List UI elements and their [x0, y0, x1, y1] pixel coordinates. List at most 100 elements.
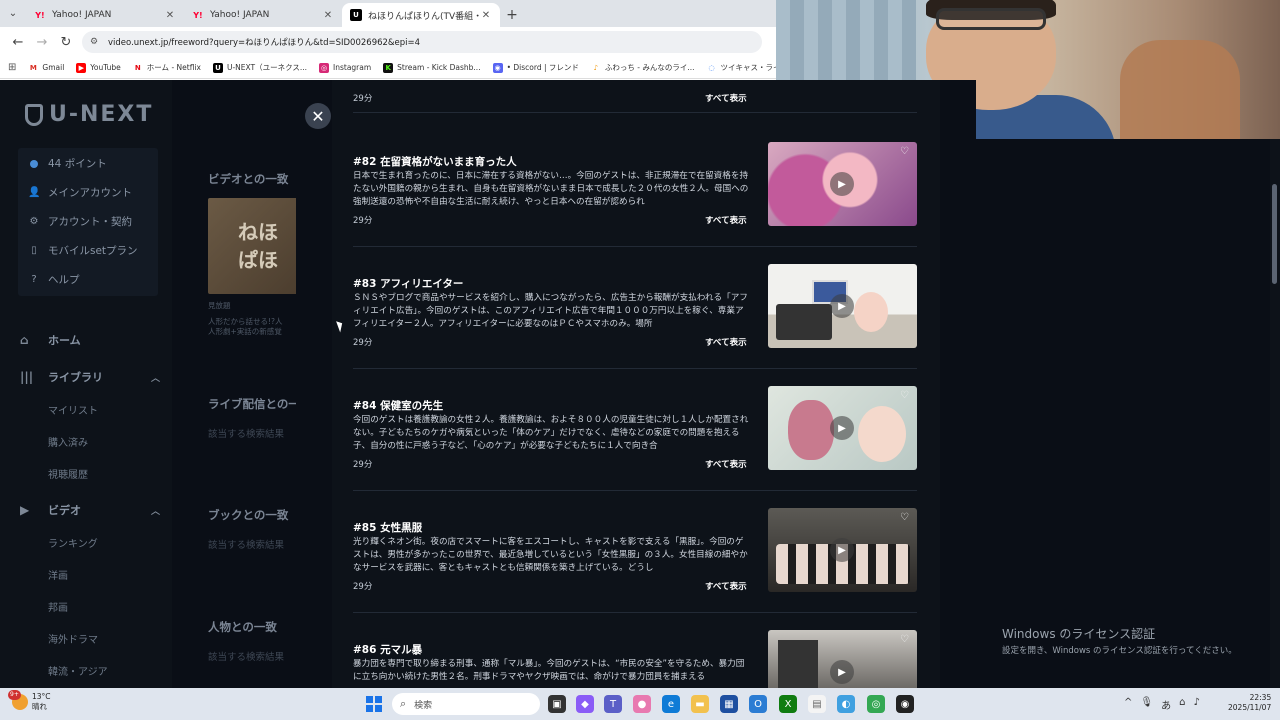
search-icon: ⌕ — [400, 697, 407, 710]
episode-item[interactable]: #83 アフィリエイター ＳＮＳやブログで商品やサービスを紹介し、購入につながっ… — [353, 264, 917, 398]
teams-icon[interactable]: T — [604, 695, 622, 713]
sidebar-item-ranking[interactable]: ランキング — [48, 535, 98, 550]
book-match-sub: 該当する検索結果 — [208, 540, 285, 551]
tab-close-icon[interactable]: ✕ — [480, 10, 492, 21]
edge-icon[interactable]: e — [662, 695, 680, 713]
ime-icon[interactable]: あ — [1161, 697, 1171, 712]
help-item[interactable]: ? ヘルプ — [28, 272, 79, 287]
sidebar-item-library[interactable]: ||| ライブラリ ︿ — [20, 369, 160, 385]
sidebar-item-korean-asian[interactable]: 韓流・アジア — [48, 663, 108, 678]
sidebar-item-video[interactable]: ▶ ビデオ ︿ — [20, 502, 160, 518]
play-icon[interactable]: ▶ — [830, 660, 854, 684]
webcam-chair — [1120, 40, 1240, 139]
scrollbar-thumb[interactable] — [1272, 184, 1277, 284]
taskbar-search[interactable]: ⌕ 検索 — [392, 693, 540, 715]
heart-icon[interactable]: ♡ — [900, 512, 909, 523]
sidebar-item-home[interactable]: ⌂ ホーム — [20, 332, 160, 348]
thumb-puppet — [788, 400, 834, 460]
show-all-link[interactable]: すべて表示 — [705, 92, 747, 104]
tab-yahoo-2[interactable]: Y! Yahoo! JAPAN ✕ — [184, 3, 342, 27]
episode-item[interactable]: #82 在留資格がないまま育った人 日本で生まれ育ったのに、日本に滞在する資格が… — [353, 142, 917, 276]
main-account-item[interactable]: 👤 メインアカウント — [28, 185, 132, 200]
tab-close-icon[interactable]: ✕ — [322, 10, 334, 21]
file-explorer-icon[interactable]: ▬ — [691, 695, 709, 713]
play-icon[interactable]: ▶ — [830, 172, 854, 196]
points-item[interactable]: 44 ポイント — [28, 156, 107, 171]
tab-list-chevron-icon[interactable]: ⌄ — [0, 0, 26, 27]
tab-yahoo-1[interactable]: Y! Yahoo! JAPAN ✕ — [26, 3, 184, 27]
show-all-link[interactable]: すべて表示 — [705, 336, 747, 348]
thumb-pig-puppet — [854, 292, 888, 332]
episode-description: 日本で生まれ育ったのに、日本に滞在する資格がない…。今回のゲストは、非正規滞在で… — [353, 171, 749, 207]
heart-icon[interactable]: ♡ — [900, 390, 909, 401]
app-dark-icon[interactable]: ◉ — [896, 695, 914, 713]
notepad-icon[interactable]: ▤ — [808, 695, 826, 713]
outlook-icon[interactable]: O — [749, 695, 767, 713]
episode-thumbnail[interactable]: ♡ ▶ — [768, 142, 917, 226]
chevron-up-icon[interactable]: ^ — [1124, 697, 1132, 712]
unext-logo[interactable]: U-NEXT — [25, 102, 153, 127]
app-pink-icon[interactable]: ● — [633, 695, 651, 713]
forward-arrow-icon[interactable]: → — [30, 30, 54, 54]
episode-thumbnail[interactable]: ♡ ▶ — [768, 508, 917, 592]
close-modal-button[interactable]: ✕ — [305, 103, 331, 129]
episode-thumbnail[interactable]: ♡ ▶ — [768, 386, 917, 470]
back-arrow-icon[interactable]: ← — [6, 30, 30, 54]
bookmark-youtube[interactable]: ▶ YouTube — [76, 62, 121, 73]
tab-unext-active[interactable]: U ねほりんぱほりん(TV番組・エンタメ ✕ — [342, 3, 500, 27]
sidebar-item-japanese-movies[interactable]: 邦画 — [48, 599, 68, 614]
chrome-icon[interactable]: ◎ — [867, 695, 885, 713]
sidebar-item-purchased[interactable]: 購入済み — [48, 434, 88, 449]
play-icon[interactable]: ▶ — [830, 416, 854, 440]
xbox-icon[interactable]: X — [779, 695, 797, 713]
play-icon[interactable]: ▶ — [830, 294, 854, 318]
episode-title[interactable]: #85 女性黒服 — [353, 520, 422, 535]
app-blue-icon[interactable]: ◐ — [837, 695, 855, 713]
copilot-icon[interactable]: ◆ — [576, 695, 594, 713]
network-icon[interactable]: ⌂ — [1179, 697, 1185, 712]
tab-title: ねほりんぱほりん(TV番組・エンタメ — [368, 11, 480, 22]
episode-title[interactable]: #82 在留資格がないまま育った人 — [353, 154, 517, 169]
episode-title[interactable]: #86 元マル暴 — [353, 642, 422, 657]
episode-thumbnail[interactable]: ♡ ▶ — [768, 630, 917, 688]
apps-grid-icon[interactable]: ⊞ — [8, 62, 16, 73]
episode-thumbnail[interactable]: ▶ — [768, 264, 917, 348]
store-icon[interactable]: ▦ — [720, 695, 738, 713]
heart-icon[interactable]: ♡ — [900, 634, 909, 645]
episode-title[interactable]: #83 アフィリエイター — [353, 276, 463, 291]
account-contract-item[interactable]: ⚙ アカウント・契約 — [28, 214, 132, 229]
weather-widget[interactable]: 9+ 13°C 晴れ — [8, 690, 51, 712]
show-all-link[interactable]: すべて表示 — [705, 214, 747, 226]
mobile-set-plan-item[interactable]: ▯ モバイルsetプラン — [28, 243, 137, 258]
bookmark-gmail[interactable]: M Gmail — [28, 63, 64, 73]
episode-title[interactable]: #84 保健室の先生 — [353, 398, 443, 413]
episode-item[interactable]: #85 女性黒服 光り輝くネオン街。夜の店でスマートに客をエスコートし、キャスト… — [353, 508, 917, 642]
show-all-link[interactable]: すべて表示 — [705, 458, 747, 470]
sidebar-item-history[interactable]: 視聴履歴 — [48, 466, 88, 481]
episode-item[interactable]: #84 保健室の先生 今回のゲストは養護教諭の女性２人。養護教諭は、およそ８００… — [353, 386, 917, 520]
new-tab-plus-icon[interactable]: + — [500, 3, 524, 27]
windows-taskbar: 9+ 13°C 晴れ ⌕ 検索 ▣ ◆ T ● e ▬ ▦ O X ▤ ◐ ◎ ◉… — [0, 688, 1280, 720]
start-windows-icon[interactable] — [366, 696, 382, 712]
chevron-up-icon: ︿ — [150, 506, 160, 517]
bookmark-netflix[interactable]: N ホーム - Netflix — [133, 62, 201, 73]
sidebar-item-foreign-drama[interactable]: 海外ドラマ — [48, 631, 98, 646]
live-match-sub: 該当する検索結果 — [208, 429, 285, 440]
result-thumbnail[interactable]: ねほ ぱほ — [208, 198, 296, 294]
tab-close-icon[interactable]: ✕ — [164, 10, 176, 21]
close-icon: ✕ — [311, 106, 325, 126]
tab-title: Yahoo! JAPAN — [52, 10, 112, 20]
site-info-icon[interactable]: ⚙ — [90, 37, 102, 47]
play-icon[interactable]: ▶ — [830, 538, 854, 562]
microphone-icon[interactable]: 🎙 — [1140, 697, 1153, 712]
page-scrollbar[interactable] — [1270, 139, 1280, 688]
bookmark-unext[interactable]: U U-NEXT（ユーネクス... — [212, 62, 307, 73]
reload-icon[interactable]: ↻ — [54, 30, 78, 54]
sidebar-item-foreign-movies[interactable]: 洋画 — [48, 567, 68, 582]
task-view-icon[interactable]: ▣ — [548, 695, 566, 713]
volume-icon[interactable]: ♪ — [1193, 697, 1199, 712]
show-all-link[interactable]: すべて表示 — [705, 580, 747, 592]
taskbar-clock[interactable]: 22:35 2025/11/07 — [1228, 693, 1271, 713]
sidebar-item-mylist[interactable]: マイリスト — [48, 402, 98, 417]
heart-icon[interactable]: ♡ — [900, 146, 909, 157]
